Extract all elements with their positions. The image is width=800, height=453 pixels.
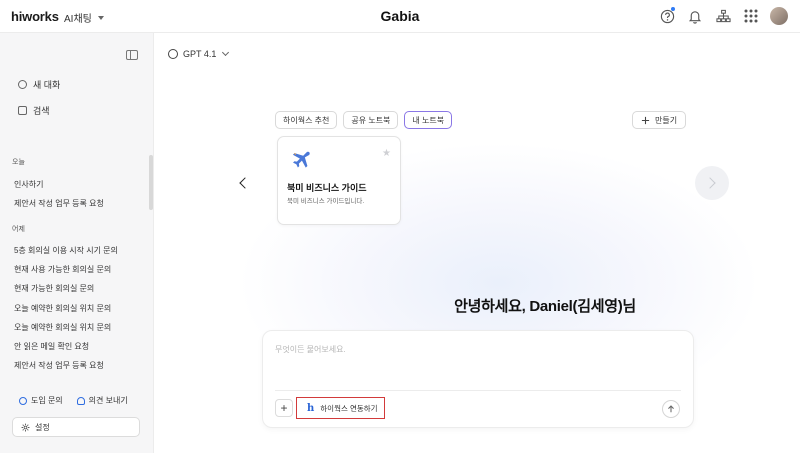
info-icon: [19, 396, 27, 405]
notebook-card[interactable]: ★ 북미 비즈니스 가이드 북미 비즈니스 가이드입니다.: [277, 136, 401, 225]
history-item[interactable]: 오늘 예약한 회의실 위치 문의: [14, 303, 111, 314]
history-item[interactable]: 오늘 예약한 회의실 위치 문의: [14, 322, 111, 333]
app-grid-icon[interactable]: [742, 7, 760, 25]
chat-composer: 무엇이든 물어보세요. + h 하이웍스 연동하기: [262, 330, 694, 428]
send-button[interactable]: [662, 400, 680, 418]
caret-down-icon: [97, 15, 104, 20]
hiworks-connect-button[interactable]: h 하이웍스 연동하기: [296, 397, 385, 419]
tab-my-notebook[interactable]: 내 노트북: [404, 111, 453, 129]
tab-shared-notebook[interactable]: 공유 노트북: [343, 111, 399, 129]
history-item[interactable]: 인사하기: [14, 179, 43, 190]
hiworks-connect-label: 하이웍스 연동하기: [320, 403, 378, 413]
history-item[interactable]: 현재 사용 가능한 회의실 문의: [14, 264, 111, 275]
history-item[interactable]: 제안서 작성 업무 등록 요청: [14, 198, 104, 209]
plus-icon: [641, 116, 650, 124]
org-chart-icon[interactable]: [714, 7, 732, 25]
help-icon[interactable]: [658, 7, 676, 25]
gear-icon: [21, 423, 30, 431]
create-button[interactable]: 만들기: [632, 111, 687, 129]
bell-icon[interactable]: [686, 7, 704, 25]
hiworks-h-icon: h: [307, 402, 315, 414]
feedback-label: 의견 보내기: [88, 396, 128, 405]
openai-icon: [168, 49, 178, 59]
section-yesterday-label: 어제: [12, 226, 25, 233]
inquiry-link[interactable]: 도입 문의: [19, 395, 63, 406]
sidebar: 새 대화 검색 오늘 인사하기 제안서 작성 업무 등록 요청 어제 5층 회의…: [0, 33, 154, 453]
history-item[interactable]: 안 읽은 메일 확인 요청: [14, 341, 89, 352]
new-chat-label: 새 대화: [33, 80, 61, 90]
card-title: 북미 비즈니스 가이드: [287, 183, 367, 193]
history-item[interactable]: 제안서 작성 업무 등록 요청: [14, 360, 104, 371]
main-area: GPT 4.1 하이웍스 추천 공유 노트북 내 노트북 만들기 ★ 북미 비즈…: [154, 33, 800, 453]
carousel-prev-button[interactable]: [226, 166, 260, 200]
chat-bubble-icon: [18, 80, 27, 89]
inquiry-label: 도입 문의: [31, 396, 63, 405]
hiworks-logo[interactable]: hiworks: [11, 9, 59, 24]
star-icon[interactable]: ★: [382, 148, 391, 159]
app-selector[interactable]: AI채팅: [64, 10, 104, 25]
sidebar-collapse-icon[interactable]: [126, 50, 138, 60]
create-label: 만들기: [655, 115, 678, 125]
user-avatar[interactable]: [770, 7, 788, 25]
history-item[interactable]: 5층 회의실 이용 시작 시기 문의: [14, 245, 118, 256]
chevron-down-icon: [222, 48, 230, 57]
attach-button[interactable]: +: [275, 399, 293, 417]
settings-label: 설정: [35, 422, 50, 432]
section-today-label: 오늘: [12, 159, 25, 166]
top-bar: hiworks AI채팅 Gabia: [0, 0, 800, 33]
sidebar-scrollbar[interactable]: [149, 155, 153, 210]
top-icons: [658, 7, 788, 25]
search-label: 검색: [33, 106, 50, 116]
carousel-next-button[interactable]: [695, 166, 729, 200]
arrow-up-icon: [668, 405, 674, 413]
composer-divider: [275, 390, 681, 391]
card-description: 북미 비즈니스 가이드입니다.: [287, 198, 365, 205]
airplane-icon: [290, 149, 310, 168]
history-item[interactable]: 현재 가능한 회의실 문의: [14, 283, 94, 294]
model-selector[interactable]: GPT 4.1: [168, 48, 230, 59]
notebook-tabs: 하이웍스 추천 공유 노트북 내 노트북: [275, 111, 453, 129]
new-chat-button[interactable]: 새 대화: [18, 78, 60, 91]
sidebar-footer-links: 도입 문의 의견 보내기: [19, 395, 128, 406]
chat-input[interactable]: 무엇이든 물어보세요.: [275, 344, 346, 355]
notification-dot: [671, 7, 675, 11]
tab-hiworks-recommend[interactable]: 하이웍스 추천: [275, 111, 338, 129]
search-icon: [18, 106, 27, 115]
search-button[interactable]: 검색: [18, 104, 50, 117]
settings-button[interactable]: 설정: [12, 417, 140, 437]
greeting-text: 안녕하세요, Daniel(김세영)님: [454, 298, 636, 315]
app-selector-label: AI채팅: [64, 14, 92, 25]
person-icon: [76, 396, 85, 405]
feedback-link[interactable]: 의견 보내기: [76, 395, 128, 406]
brand-title: Gabia: [380, 8, 420, 24]
model-label: GPT 4.1: [183, 49, 217, 59]
